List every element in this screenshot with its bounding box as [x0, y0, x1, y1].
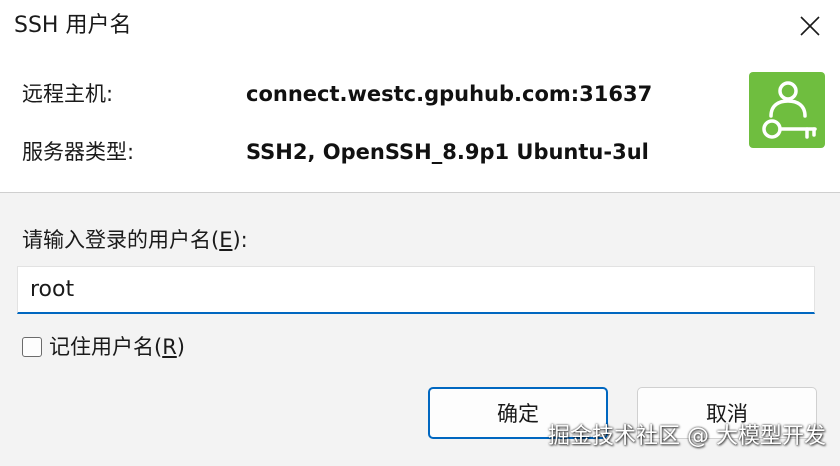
host-value: connect.westc.gpuhub.com:31637 [246, 82, 653, 106]
window-title: SSH 用户名 [14, 13, 132, 38]
checkbox-box[interactable] [22, 337, 42, 357]
ok-button[interactable]: 确定 [428, 387, 608, 439]
hotkey-e: E [219, 228, 233, 252]
title-bar: SSH 用户名 [0, 0, 840, 52]
host-label: 远程主机: [22, 82, 114, 106]
hotkey-r: R [162, 335, 177, 359]
close-icon [800, 16, 820, 36]
server-type-value: SSH2, OpenSSH_8.9p1 Ubuntu-3ul [246, 140, 649, 164]
ssh-username-dialog: SSH 用户名 远程主机: connect.westc.gpuhub.com:3… [0, 0, 840, 466]
server-type-label: 服务器类型: [22, 140, 135, 164]
user-key-icon [749, 72, 825, 148]
connection-info-panel: 远程主机: connect.westc.gpuhub.com:31637 服务器… [0, 52, 840, 193]
cancel-button[interactable]: 取消 [637, 387, 817, 439]
username-prompt-label: 请输入登录的用户名(E): [22, 228, 248, 252]
close-button[interactable] [780, 0, 840, 52]
remember-username-checkbox[interactable]: 记住用户名(R) [22, 333, 185, 361]
username-input[interactable] [17, 266, 815, 314]
remember-username-label: 记住用户名(R) [49, 335, 185, 359]
